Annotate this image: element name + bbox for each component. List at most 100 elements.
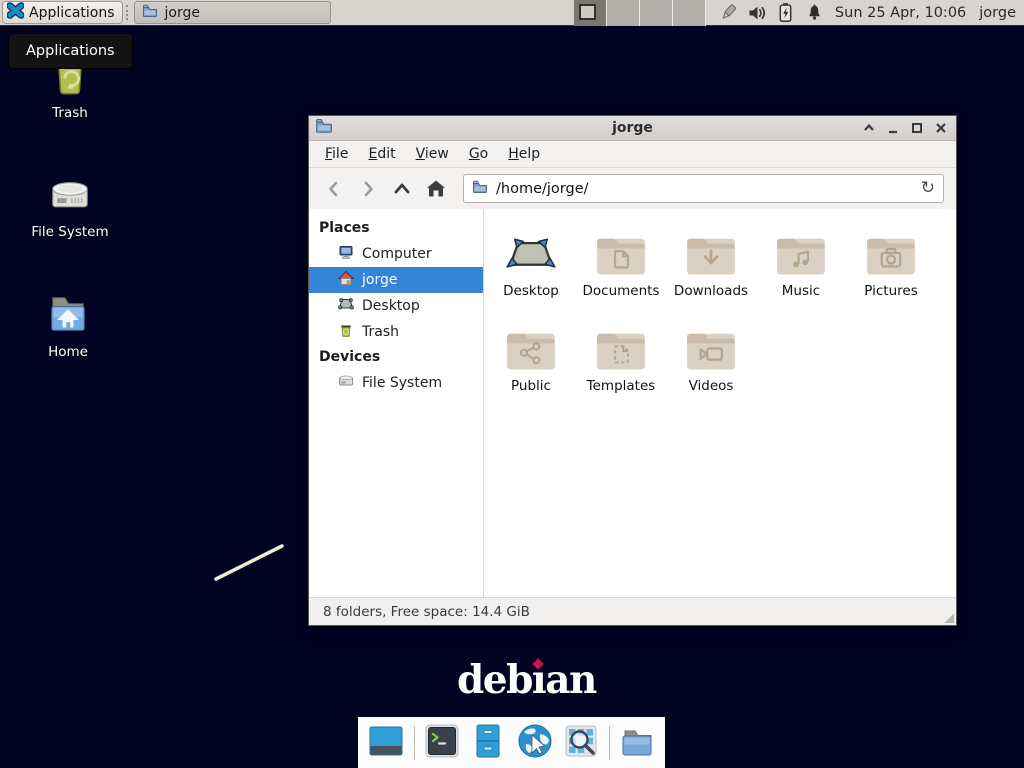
- panel-drag-handle[interactable]: [126, 5, 131, 20]
- show-desktop-button[interactable]: [367, 723, 406, 763]
- drive-icon: [43, 163, 97, 219]
- sidebar-item-label: File System: [362, 375, 442, 391]
- bottom-dock: [358, 717, 665, 768]
- stylus-tool-icon[interactable]: [718, 3, 738, 23]
- web-browser-launcher[interactable]: [516, 723, 555, 763]
- panel-username[interactable]: jorge: [979, 5, 1016, 21]
- folder-item-documents[interactable]: Documents: [576, 227, 666, 322]
- file-cabinet-icon: [469, 722, 507, 764]
- desktop-icon-label: File System: [31, 224, 108, 240]
- workspace-1[interactable]: [574, 0, 607, 26]
- wordmark-part: deb: [457, 657, 532, 703]
- terminal-icon: [423, 722, 461, 764]
- desktop-icon: [505, 227, 557, 277]
- sidebar-item-label: Computer: [362, 246, 432, 262]
- folder-label: Public: [511, 378, 551, 394]
- applications-tooltip: Applications: [8, 33, 133, 69]
- pencil-stroke-annotation: [210, 538, 294, 586]
- sidebar-item-computer[interactable]: Computer: [309, 241, 483, 267]
- folder-item-pictures[interactable]: Pictures: [846, 227, 936, 322]
- file-manager-launcher[interactable]: [469, 723, 508, 763]
- public-folder-icon: [505, 322, 557, 372]
- computer-icon: [338, 244, 354, 264]
- sidebar-devices-header: Devices: [309, 345, 483, 370]
- downloads-folder-icon: [685, 227, 737, 277]
- app-finder-icon: [562, 722, 600, 764]
- workspace-4[interactable]: [673, 0, 706, 26]
- folder-label: Templates: [587, 378, 656, 394]
- folder-icon: [142, 3, 158, 23]
- toolbar: /home/jorge/ ↻: [309, 168, 956, 209]
- sidebar-item-label: jorge: [362, 272, 397, 288]
- volume-icon[interactable]: [747, 3, 767, 23]
- music-folder-icon: [775, 227, 827, 277]
- workspace-pager[interactable]: [574, 0, 706, 26]
- app-finder-launcher[interactable]: [562, 723, 601, 763]
- sidebar-item-trash[interactable]: Trash: [309, 319, 483, 345]
- terminal-launcher[interactable]: [423, 723, 462, 763]
- menu-view[interactable]: View: [406, 143, 459, 165]
- menu-help[interactable]: Help: [498, 143, 550, 165]
- desktop-icon-file-system[interactable]: File System: [22, 163, 118, 240]
- shade-button[interactable]: [860, 119, 878, 137]
- folder-label: Music: [782, 283, 820, 299]
- menu-file[interactable]: File: [315, 143, 358, 165]
- desktop-icon-label: Home: [48, 344, 88, 360]
- sidebar-item-jorge[interactable]: jorge: [309, 267, 483, 293]
- menu-go[interactable]: Go: [459, 143, 498, 165]
- xfce-applications-icon: [7, 2, 24, 23]
- templates-folder-icon: [595, 322, 647, 372]
- close-button[interactable]: [932, 119, 950, 137]
- maximize-button[interactable]: [908, 119, 926, 137]
- resize-grip[interactable]: [944, 613, 954, 623]
- window-titlebar[interactable]: jorge: [309, 116, 956, 141]
- taskbar-window-button[interactable]: jorge: [134, 1, 331, 24]
- folder-icon: [472, 179, 488, 199]
- folder-item-templates[interactable]: Templates: [576, 322, 666, 417]
- sidebar-item-file-system[interactable]: File System: [309, 370, 483, 396]
- folder-label: Desktop: [503, 283, 559, 299]
- battery-icon[interactable]: [776, 3, 796, 23]
- panel-clock[interactable]: Sun 25 Apr, 10:06: [835, 5, 966, 21]
- folder-item-videos[interactable]: Videos: [666, 322, 756, 417]
- folder-item-desktop[interactable]: Desktop: [486, 227, 576, 322]
- folder-view[interactable]: Desktop Documents: [484, 209, 956, 597]
- sidebar-item-desktop[interactable]: Desktop: [309, 293, 483, 319]
- workspace-3[interactable]: [640, 0, 673, 26]
- debian-wordmark: debıan: [457, 661, 596, 700]
- folder-item-music[interactable]: Music: [756, 227, 846, 322]
- applications-menu-button[interactable]: Applications: [2, 1, 123, 24]
- wordmark-part: an: [545, 657, 596, 703]
- forward-button[interactable]: [355, 176, 381, 202]
- path-text[interactable]: /home/jorge/: [496, 181, 589, 197]
- dock-separator: [609, 726, 610, 760]
- sidebar: Places Computer: [309, 209, 484, 597]
- home-folder-icon: [41, 283, 95, 339]
- menu-edit[interactable]: Edit: [358, 143, 405, 165]
- desktop-icon-label: Trash: [52, 105, 88, 121]
- notification-bell-icon[interactable]: [805, 3, 825, 23]
- web-browser-icon: [516, 722, 554, 764]
- path-bar[interactable]: /home/jorge/ ↻: [463, 174, 944, 203]
- system-tray: [718, 3, 825, 23]
- pictures-folder-icon: [865, 227, 917, 277]
- applications-menu-label: Applications: [29, 5, 115, 21]
- desktop-icon-home[interactable]: Home: [20, 283, 116, 360]
- taskbar-window-label: jorge: [165, 5, 200, 21]
- documents-folder-icon: [595, 227, 647, 277]
- reload-icon[interactable]: ↻: [921, 180, 935, 197]
- minimize-button[interactable]: [884, 119, 902, 137]
- up-button[interactable]: [389, 176, 415, 202]
- workspace-window-preview: [579, 4, 596, 20]
- folder-item-public[interactable]: Public: [486, 322, 576, 417]
- back-button[interactable]: [321, 176, 347, 202]
- folder-label: Videos: [689, 378, 734, 394]
- folder-icon: [618, 722, 656, 764]
- folder-label: Pictures: [864, 283, 917, 299]
- drive-icon: [338, 373, 354, 393]
- home-button[interactable]: [423, 176, 449, 202]
- folder-launcher[interactable]: [618, 723, 657, 763]
- statusbar: 8 folders, Free space: 14.4 GiB: [309, 597, 956, 625]
- workspace-2[interactable]: [607, 0, 640, 26]
- folder-item-downloads[interactable]: Downloads: [666, 227, 756, 322]
